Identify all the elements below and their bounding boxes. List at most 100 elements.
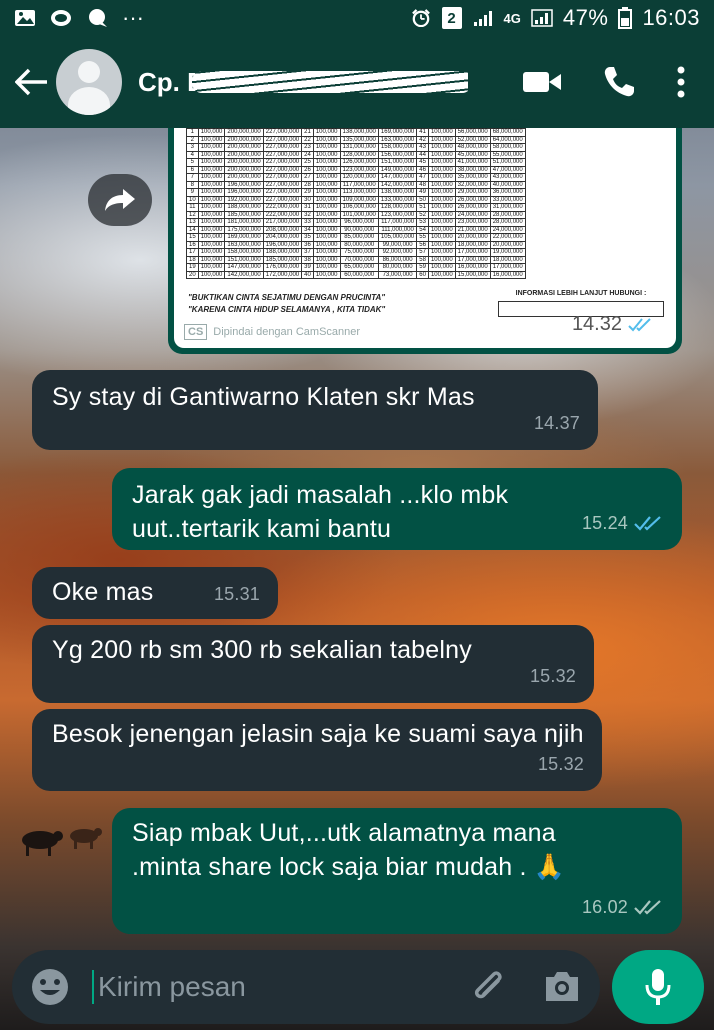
benefit-table-cell: 58 [416,255,429,264]
benefit-table-cell: 37 [301,248,314,257]
benefit-table-cell: 28,000,000 [489,218,526,227]
benefit-table-cell: 100,000 [197,270,226,279]
benefit-table-row: 11 100,000 188,000,000 222,000,000 31 100,000… [186,203,526,212]
benefit-table-cell: 100,000 [312,210,341,219]
benefit-table-cell: 204,000,000 [262,233,303,242]
benefit-table-cell: 100,000 [427,135,456,144]
benefit-table-cell: 34 [301,225,314,234]
message-bubble-outgoing[interactable]: Jarak gak jadi masalah ...klo mbk uut..t… [112,468,682,550]
benefit-table-cell: 10 [186,195,199,204]
benefit-table-cell: 138,000,000 [339,128,379,137]
benefit-table-cell: 22,000,000 [489,233,526,242]
benefit-table-cell: 33,000,000 [489,195,526,204]
benefit-table-cell: 59 [416,263,429,272]
camera-icon[interactable] [542,969,582,1005]
benefit-table-cell: 123,000,000 [377,210,418,219]
benefit-table-cell: 13 [186,218,199,227]
message-bubble-outgoing[interactable]: Siap mbak Uut,...utk alamatnya mana .min… [112,808,682,934]
message-bubble-incoming[interactable]: Besok jenengan jelasin saja ke suami say… [32,709,602,791]
benefit-table-cell: 100,000 [312,188,341,197]
benefit-table-cell: 99,000,000 [377,240,418,249]
benefit-table-cell: 222,000,000 [262,203,303,212]
benefit-table-cell: 100,000 [197,128,226,137]
benefit-table-cell: 100,000 [427,233,456,242]
read-ticks-icon [628,317,651,331]
mic-icon [645,969,671,1005]
benefit-table-cell: 227,000,000 [262,158,303,167]
benefit-table-cell: 222,000,000 [262,210,303,219]
benefit-table-cell: 100,000 [312,233,341,242]
image-message[interactable]: 1 100,000 200,000,000 227,000,000 21 100,000 1… [168,128,682,354]
benefit-table-cell: 100,000 [197,158,226,167]
benefit-table-cell: 188,000,000 [224,203,264,212]
emoji-icon[interactable] [30,967,70,1007]
back-button[interactable] [4,36,60,128]
benefit-table-cell: 17,000,000 [489,263,526,272]
benefit-table-cell: 100,000 [427,210,456,219]
benefit-table-cell: 142,000,000 [377,180,418,189]
benefit-table-cell: 92,000,000 [377,248,418,257]
message-bubble-incoming[interactable]: Oke mas 15.31 [32,567,278,619]
benefit-table-cell: 123,000,000 [339,165,379,174]
benefit-table-cell: 100,000 [427,188,456,197]
benefit-table-row: 3 100,000 200,000,000 227,000,000 23 100,000 1… [186,143,526,152]
video-call-icon[interactable] [522,70,562,94]
benefit-table-cell: 200,000,000 [224,158,264,167]
benefit-table-cell: 163,000,000 [377,135,418,144]
benefit-table-cell: 25 [301,158,314,167]
benefit-table-row: 17 100,000 158,000,000 188,000,000 37 100,000… [186,248,526,257]
benefit-table-cell: 100,000 [312,158,341,167]
benefit-table-cell: 39 [301,263,314,272]
benefit-table-cell: 227,000,000 [262,173,303,182]
benefit-table-cell: 51 [416,203,429,212]
benefit-table-row: 15 100,000 169,000,000 204,000,000 35 100,000… [186,233,526,242]
benefit-table-cell: 151,000,000 [224,255,264,264]
benefit-table-cell: 24 [301,150,314,159]
benefit-table-cell: 100,000 [197,195,226,204]
scanned-image[interactable]: 1 100,000 200,000,000 227,000,000 21 100,000 1… [174,128,676,348]
contact-name[interactable]: Cp. Bak KITTABI [138,67,468,98]
benefit-table-cell: 120,000,000 [339,173,379,182]
benefit-table-row: 18 100,000 151,000,000 185,000,000 38 100,000… [186,255,526,264]
benefit-table-cell: 156,000,000 [377,150,418,159]
benefit-table-row: 16 100,000 163,000,000 196,000,000 36 100,000… [186,240,526,249]
benefit-table-cell: 52 [416,210,429,219]
benefit-table-cell: 43 [416,143,429,152]
attach-icon[interactable] [468,967,508,1007]
benefit-table-cell: 48 [416,180,429,189]
benefit-table-cell: 149,000,000 [377,165,418,174]
benefit-table-cell: 172,000,000 [262,270,303,279]
message-bubble-incoming[interactable]: Yg 200 rb sm 300 rb sekalian tabelny 15.… [32,625,594,703]
benefit-table-cell: 100,000 [312,240,341,249]
benefit-table-cell: 128,000,000 [339,150,379,159]
benefit-table-cell: 53 [416,218,429,227]
message-text: Besok jenengan jelasin saja ke suami say… [52,720,584,748]
benefit-table-cell: 100,000 [427,180,456,189]
more-vert-icon[interactable] [676,66,686,98]
benefit-table-cell: 227,000,000 [262,135,303,144]
message-bubble-incoming[interactable]: Sy stay di Gantiwarno Klaten skr Mas 14.… [32,370,598,450]
benefit-table-cell: 2 [186,135,199,144]
benefit-table-cell: 19 [186,263,199,272]
benefit-table-cell: 196,000,000 [224,188,264,197]
benefit-table-cell: 28 [301,180,314,189]
avatar[interactable] [56,49,122,115]
message-input[interactable]: Kirim pesan [92,970,468,1004]
benefit-table-row: 6 100,000 200,000,000 227,000,000 26 100,000 1… [186,165,526,174]
benefit-table-cell: 50 [416,195,429,204]
benefit-table-cell: 100,000 [427,270,456,279]
benefit-table-cell: 16,000,000 [489,270,526,279]
camscanner-watermark: CS Dipindai dengan CamScanner [184,324,360,340]
sim-icon: 2 [441,7,462,29]
benefit-table-row: 7 100,000 200,000,000 227,000,000 27 100,000 1… [186,173,526,182]
message-composer[interactable]: Kirim pesan [12,950,600,1024]
voice-record-button[interactable] [612,950,704,1024]
benefit-table-cell: 36,000,000 [489,188,526,197]
benefit-table-cell: 35,000,000 [454,173,491,182]
benefit-table-cell: 31,000,000 [489,203,526,212]
phone-icon[interactable] [602,65,636,99]
benefit-table-cell: 200,000,000 [224,165,264,174]
benefit-table-cell: 33 [301,218,314,227]
forward-button[interactable] [88,174,152,226]
benefit-table-cell: 100,000 [312,203,341,212]
